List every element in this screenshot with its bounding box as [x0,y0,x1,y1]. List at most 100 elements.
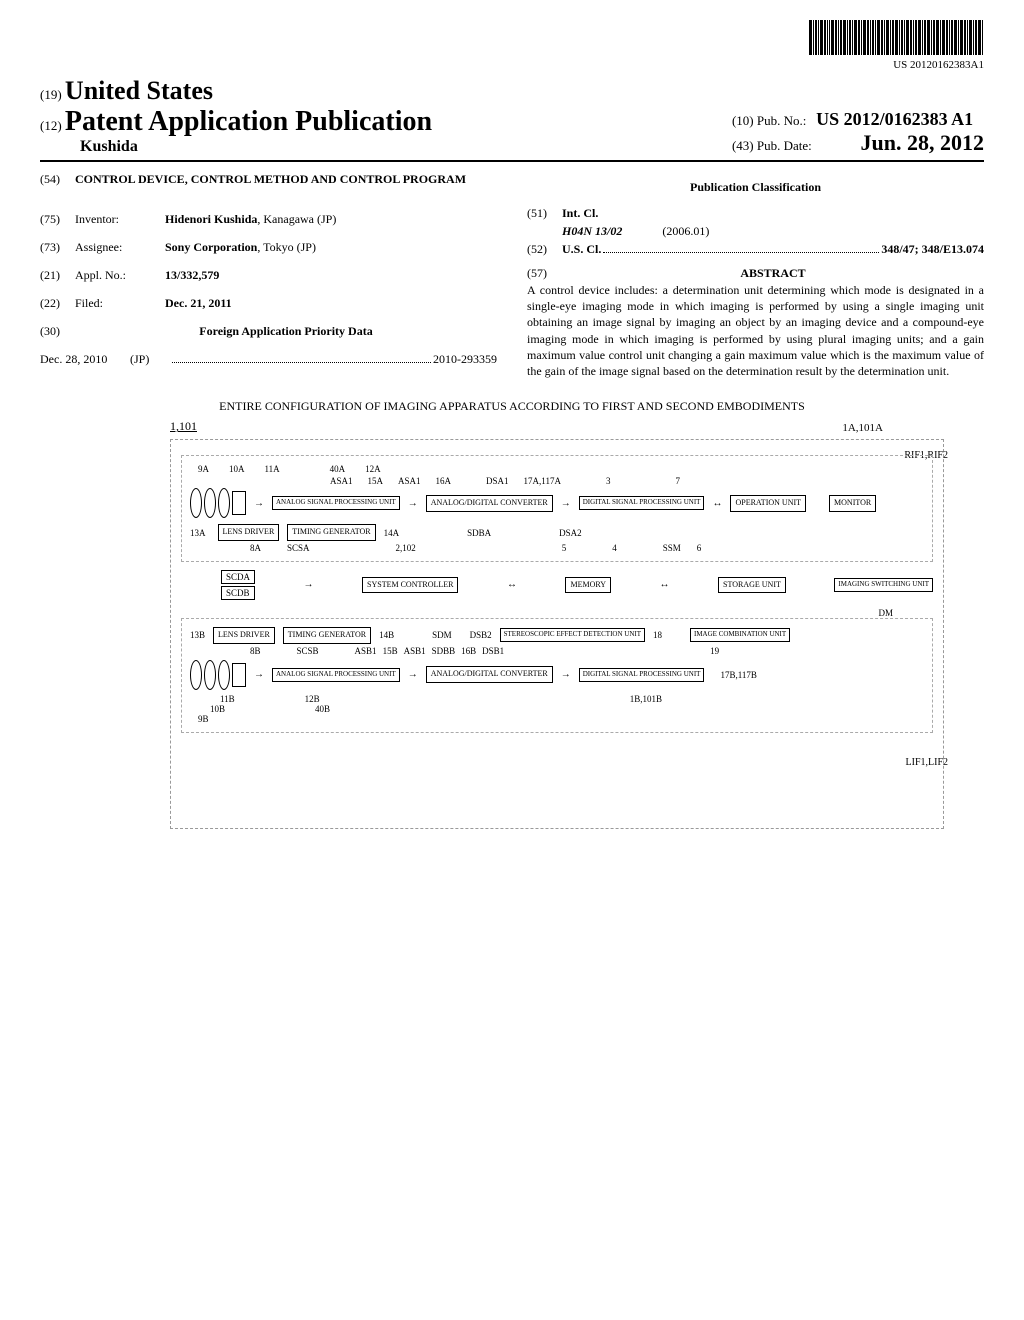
ref-dsa1: DSA1 [486,476,509,486]
assignee-label: Assignee: [75,238,165,256]
lens-driver-a: LENS DRIVER [218,524,280,541]
code-19: (19) [40,87,62,102]
ref-13b: 13B [190,630,205,640]
code-52: (52) [527,240,562,258]
pub-type: Patent Application Publication [65,106,432,137]
arrow-icon: → [304,579,314,590]
priority-country: (JP) [130,350,170,368]
invention-title: CONTROL DEVICE, CONTROL METHOD AND CONTR… [75,170,466,188]
int-cl-class: H04N 13/02 [562,224,622,238]
right-column: Publication Classification (51) Int. Cl.… [527,170,984,379]
lens-icon [218,660,230,690]
ref-asb1b: ASB1 [404,646,426,656]
ref-16a: 16A [436,476,452,486]
code-73: (73) [40,238,75,256]
code-54: (54) [40,170,75,200]
filed-label: Filed: [75,294,165,312]
ref-12b: 12B [305,694,320,704]
ref-15b: 15B [383,646,398,656]
arrow-icon: → [254,498,264,509]
barcode-section: US 20120162383A1 [40,20,984,71]
author-surname: Kushida [80,138,732,156]
arrow-icon: → [408,498,418,509]
ref-14b: 14B [379,630,394,640]
int-cl-label: Int. Cl. [562,204,598,222]
pub-no-label: Pub. No.: [757,113,806,128]
country: United States [65,76,213,105]
ref-1b: 1B,101B [630,694,662,704]
abstract-heading: ABSTRACT [562,264,984,282]
code-30: (30) [40,322,75,340]
pub-date-label: Pub. Date: [757,138,812,153]
assignee-name: Sony Corporation [165,240,257,254]
ref-asa1b: ASA1 [398,476,421,486]
dotted-leader [172,362,431,363]
code-57: (57) [527,264,562,282]
code-10: (10) [732,113,754,128]
ref-14a: 14A [384,528,400,538]
ref-scdb: SCDB [221,586,255,600]
ref-10b: 10B [210,704,225,714]
us-cl-label: U.S. Cl. [562,240,601,258]
system-controller: SYSTEM CONTROLLER [362,577,458,594]
arrow-icon: ↔ [507,579,517,590]
ref-17a: 17A,117A [524,476,561,486]
ref-scsb: SCSB [297,646,319,656]
barcode-text: US 20120162383A1 [40,59,984,71]
priority-date: Dec. 28, 2010 [40,350,130,368]
stereo-detect: STEREOSCOPIC EFFECT DETECTION UNIT [500,628,645,642]
ref-8b: 8B [250,646,261,656]
arrow-icon: → [254,669,264,680]
sensor-icon [232,663,246,687]
ref-asb1: ASB1 [355,646,377,656]
inventor-label: Inventor: [75,210,165,228]
operation-unit: OPERATION UNIT [730,495,806,512]
lens-icon [204,488,216,518]
ref-9a: 9A [198,464,209,474]
inventor-location: , Kanagawa (JP) [257,212,336,226]
ref-17b: 17B,117B [720,670,756,680]
timing-gen-b: TIMING GENERATOR [283,627,371,644]
filed-date: Dec. 21, 2011 [165,296,232,310]
ref-dsb2: DSB2 [470,630,492,640]
imaging-unit-b: 13B LENS DRIVER TIMING GENERATOR 14B SDM… [181,618,933,733]
ref-15a: 15A [368,476,384,486]
assignee-location: , Tokyo (JP) [257,240,316,254]
left-column: (54) CONTROL DEVICE, CONTROL METHOD AND … [40,170,497,379]
lens-assembly-b [190,660,246,690]
us-cl-value: 348/47; 348/E13.074 [881,240,984,258]
timing-gen-a: TIMING GENERATOR [287,524,375,541]
sensor-icon [232,491,246,515]
ref-40b: 40B [315,704,330,714]
ref-sdbb: SDBB [432,646,456,656]
code-22: (22) [40,294,75,312]
pub-no: US 2012/0162383 A1 [816,109,973,129]
ref-4: 4 [612,543,617,553]
figure-caption: ENTIRE CONFIGURATION OF IMAGING APPARATU… [40,399,984,414]
ref-11b: 11B [220,694,235,704]
arrow-icon: → [561,498,571,509]
priority-number: 2010-293359 [433,350,497,368]
ref-16b: 16B [461,646,476,656]
lens-icon [190,660,202,690]
ref-1a: 1A,101A [842,422,883,434]
ref-40a: 40A [330,464,346,474]
ref-ssm: SSM [663,543,681,553]
ref-asa1: ASA1 [330,476,353,486]
header: (19) United States (12) Patent Applicati… [40,76,984,162]
analog-proc-b: ANALOG SIGNAL PROCESSING UNIT [272,668,400,682]
ref-scsa: SCSA [287,543,310,553]
ref-5: 5 [562,543,567,553]
digital-proc-a: DIGITAL SIGNAL PROCESSING UNIT [579,496,705,510]
ref-13a: 13A [190,528,206,538]
appl-no-label: Appl. No.: [75,266,165,284]
priority-heading: Foreign Application Priority Data [75,322,497,340]
ref-8a: 8A [250,543,261,553]
memory-block: MEMORY [565,577,611,594]
lens-driver-b: LENS DRIVER [213,627,275,644]
arrow-icon: ↔ [712,498,722,509]
lens-icon [190,488,202,518]
lens-icon [218,488,230,518]
ad-converter-a: ANALOG/DIGITAL CONVERTER [426,495,553,512]
ref-dsa2: DSA2 [559,528,582,538]
